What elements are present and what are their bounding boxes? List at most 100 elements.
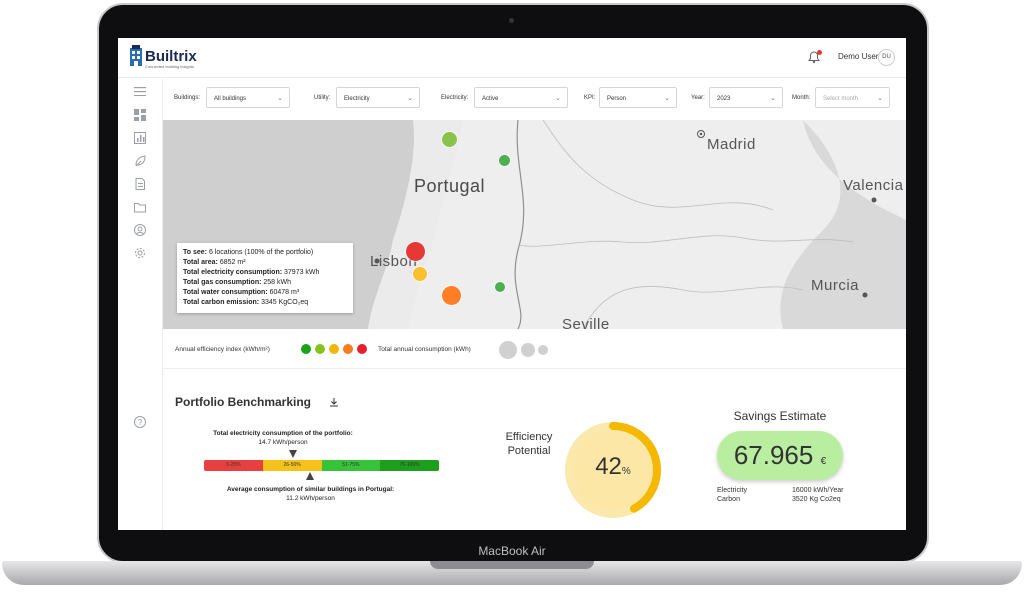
svg-text:?: ?: [138, 418, 143, 427]
consumption-size-dot: [538, 345, 548, 355]
info-label: Total electricity consumption:: [183, 269, 283, 276]
info-value: 6852 m²: [219, 259, 246, 266]
utility-filter-select[interactable]: Electricity ⌄: [336, 87, 420, 108]
map-marker[interactable]: [413, 267, 427, 281]
user-circle-icon[interactable]: [134, 224, 146, 236]
efficiency-value: 42%: [563, 453, 663, 481]
info-label: Total gas consumption:: [183, 279, 262, 286]
filter-bar: Buildings: All buildings ⌄ Utility: Elect…: [163, 79, 906, 119]
savings-amount: 67.965: [733, 440, 814, 470]
map-marker[interactable]: [406, 242, 425, 261]
efficiency-color-dot: [357, 344, 367, 354]
average-consumption-label: Average consumption of similar buildings…: [226, 486, 395, 493]
info-value: 6 locations (100% of the portfolio): [208, 249, 314, 256]
month-filter-select[interactable]: Select month ⌄: [815, 87, 890, 108]
portfolio-marker: [289, 450, 297, 458]
info-value: 60478 m³: [269, 289, 300, 296]
utility-filter-label: Utility:: [314, 95, 331, 101]
month-filter-label: Month:: [792, 95, 811, 101]
chevron-down-icon: ⌄: [555, 95, 561, 102]
brand-name[interactable]: Builtrix: [145, 48, 197, 65]
map-view[interactable]: Portugal Madrid Valencia Lisbon Murcia S…: [163, 120, 906, 329]
download-icon[interactable]: [329, 397, 339, 410]
portfolio-benchmarking-title: Portfolio Benchmarking: [175, 395, 312, 409]
savings-estimate-title: Savings Estimate: [733, 409, 827, 423]
laptop-frame: MacBook Air Builtrix Connected building …: [0, 0, 1024, 599]
efficiency-number: 42: [595, 453, 622, 480]
leaf-icon[interactable]: [134, 155, 146, 167]
buildings-filter-select[interactable]: All buildings ⌄: [206, 87, 290, 108]
info-label: Total water consumption:: [183, 289, 268, 296]
map-label-seville: Seville: [562, 316, 610, 329]
help-icon[interactable]: ?: [134, 416, 146, 428]
info-value: 37973 kWh: [284, 269, 320, 276]
map-label-madrid: Madrid: [707, 136, 756, 153]
notification-bell-icon[interactable]: [808, 50, 822, 64]
savings-currency: €: [820, 456, 827, 467]
map-label-valencia: Valencia: [843, 177, 904, 194]
user-name[interactable]: Demo User: [838, 52, 878, 61]
map-legend: Annual efficiency index (kWh/m²) Total a…: [163, 329, 906, 369]
map-marker[interactable]: [442, 286, 461, 305]
buildings-filter-label: Buildings:: [174, 95, 201, 101]
buildings-filter-value: All buildings: [214, 96, 247, 102]
consumption-size-dot: [499, 341, 517, 359]
chevron-down-icon: ⌄: [770, 95, 776, 102]
year-filter-label: Year:: [691, 95, 705, 101]
consumption-size-dot: [521, 343, 535, 357]
savings-value-pill: 67.965 €: [717, 431, 843, 480]
user-avatar[interactable]: DU: [878, 49, 895, 66]
efficiency-potential-title: Efficiency Potential: [505, 431, 553, 457]
benchmark-segment: 0-25%: [204, 460, 263, 471]
average-consumption-text: Average consumption of similar buildings…: [193, 485, 428, 503]
portfolio-consumption-label: Total electricity consumption of the por…: [213, 430, 353, 437]
analytics-icon[interactable]: [134, 132, 146, 144]
savings-row-label: Carbon: [717, 496, 740, 503]
benchmark-segment: 51-75%: [321, 460, 381, 471]
kpi-filter-select[interactable]: Person ⌄: [599, 87, 677, 108]
map-marker[interactable]: [499, 155, 510, 166]
info-label: To see:: [183, 249, 207, 256]
chevron-down-icon: ⌄: [277, 95, 283, 102]
info-value: 3345 KgCO₂eq: [261, 299, 309, 306]
top-header: Builtrix Connected building insights Dem…: [118, 38, 906, 78]
savings-row-value: 16000 kWh/Year: [792, 487, 844, 494]
portfolio-consumption-text: Total electricity consumption of the por…: [203, 429, 363, 447]
month-filter-placeholder: Select month: [823, 96, 859, 102]
chevron-down-icon: ⌄: [407, 95, 413, 102]
efficiency-color-dot: [301, 344, 311, 354]
brand-tagline: Connected building insights: [145, 64, 194, 69]
portfolio-info-box: To see: 6 locations (100% of the portfol…: [177, 243, 353, 313]
average-marker: [306, 472, 314, 480]
portfolio-consumption-value: 14.7 kWh/person: [258, 439, 308, 446]
info-label: Total carbon emission:: [183, 299, 260, 306]
average-consumption-value: 11.2 kWh/person: [286, 495, 335, 502]
camera: [509, 18, 514, 23]
notification-dot: [817, 50, 822, 55]
electricity-filter-select[interactable]: Active ⌄: [474, 87, 568, 108]
efficiency-color-dot: [329, 344, 339, 354]
efficiency-color-dot: [343, 344, 353, 354]
dashboard-icon[interactable]: [134, 109, 146, 121]
settings-gear-icon[interactable]: [134, 247, 146, 259]
utility-filter-value: Electricity: [344, 96, 370, 102]
chevron-down-icon: ⌄: [664, 95, 670, 102]
device-label: MacBook Air: [478, 544, 546, 558]
builtrix-logo-icon: [130, 45, 142, 66]
efficiency-unit: %: [621, 466, 631, 477]
document-icon[interactable]: [134, 178, 146, 190]
year-filter-select[interactable]: 2023 ⌄: [709, 87, 783, 108]
benchmark-segment: 26-50%: [262, 460, 322, 471]
map-label-portugal: Portugal: [414, 176, 486, 196]
savings-row-value: 3520 Kg Co2eq: [792, 496, 841, 503]
menu-icon[interactable]: [134, 86, 146, 98]
folder-icon[interactable]: [134, 201, 146, 213]
kpi-filter-value: Person: [607, 96, 627, 102]
map-label-murcia: Murcia: [811, 277, 860, 294]
app-screen: Builtrix Connected building insights Dem…: [118, 38, 906, 530]
map-marker[interactable]: [495, 282, 505, 292]
benchmark-bar: 0-25% 26-50% 51-75% 76-100%: [204, 460, 439, 471]
kpi-filter-label: KPI:: [584, 95, 596, 101]
benchmark-section: Portfolio Benchmarking Total electricity…: [163, 369, 906, 530]
map-marker[interactable]: [442, 132, 457, 147]
